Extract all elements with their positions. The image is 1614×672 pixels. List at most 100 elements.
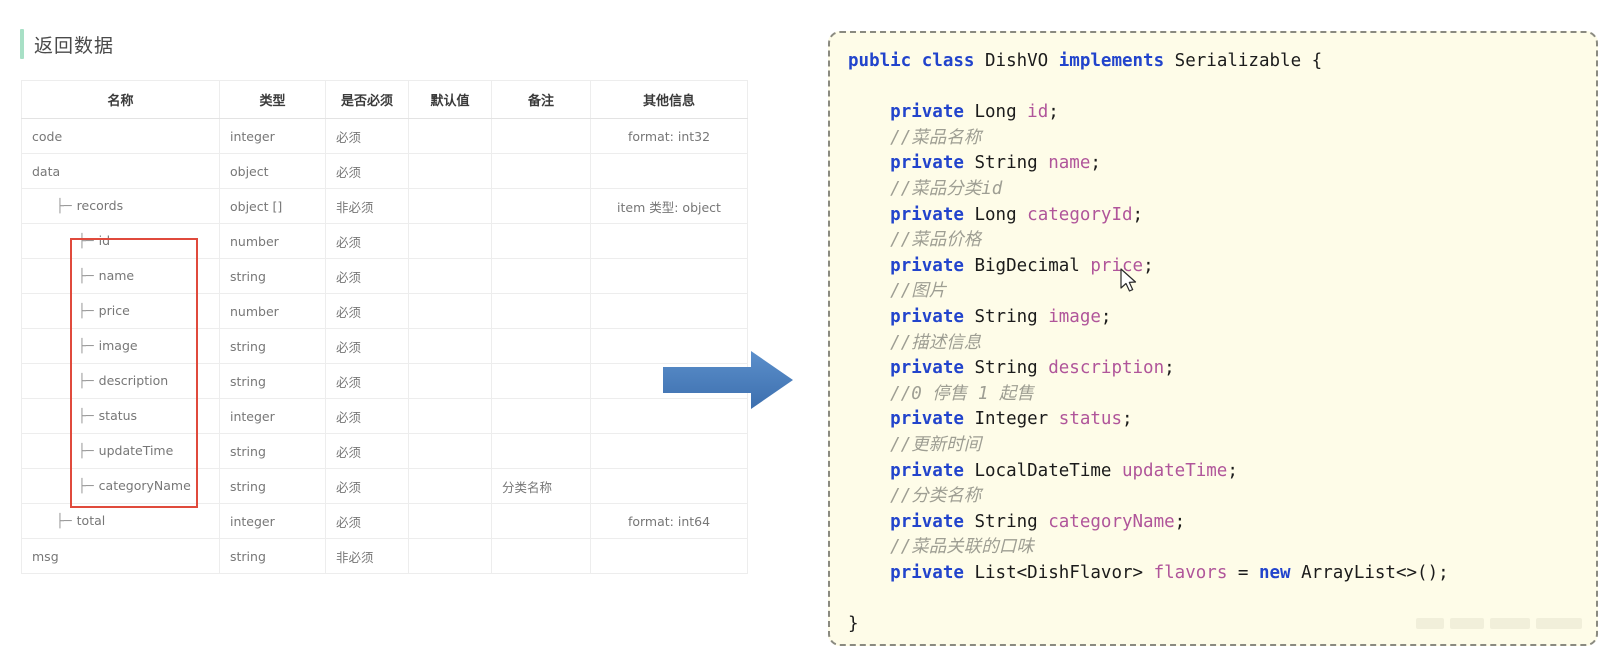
cell-field-name: ├─ updateTime — [21, 433, 220, 469]
code-comment: //图片 — [890, 281, 947, 302]
table-row: ├─ updateTime string 必须 — [21, 433, 748, 469]
cell-type: string — [219, 538, 326, 574]
field-name-text: description — [98, 373, 169, 388]
code-type: String — [974, 153, 1038, 174]
cell-type: object — [219, 153, 326, 189]
cell-remark: 分类名称 — [491, 468, 591, 504]
code-keyword: private — [890, 562, 964, 583]
code-line: //菜品名称 — [848, 126, 1596, 152]
cell-default — [408, 188, 492, 224]
code-identifier: name — [1048, 153, 1091, 174]
cell-required: 非必须 — [325, 188, 409, 224]
code-punct — [964, 461, 975, 481]
code-keyword: private — [890, 511, 964, 532]
arrow-right-icon — [663, 351, 793, 409]
response-schema-table: 名称 类型 是否必须 默认值 备注 其他信息 code integer 必须 form… — [21, 80, 748, 574]
code-type: Long — [974, 102, 1017, 123]
code-line: private List<DishFlavor> flavors = new A… — [848, 561, 1596, 587]
cell-type: number — [219, 223, 326, 259]
table-row: code integer 必须 format: int32 — [21, 118, 748, 154]
cell-field-name: ├─ name — [21, 258, 220, 294]
code-type: ArrayList — [1301, 562, 1396, 583]
cell-other — [590, 153, 748, 189]
code-identifier: updateTime — [1121, 460, 1228, 481]
code-line: //图片 — [848, 279, 1596, 305]
code-line: //0 停售 1 起售 — [848, 382, 1596, 408]
code-identifier: description — [1048, 358, 1165, 379]
code-identifier: flavors — [1153, 562, 1228, 583]
cell-field-name: ├─ price — [21, 293, 220, 329]
table-row: ├─ id number 必须 — [21, 223, 748, 259]
tree-branch-icon: ├─ — [78, 444, 94, 459]
code-punct: ; — [1100, 306, 1112, 327]
cell-remark — [491, 188, 591, 224]
code-punct: { — [1301, 51, 1323, 71]
code-type: String — [974, 306, 1038, 327]
mouse-cursor — [1120, 268, 1140, 296]
cell-type: integer — [219, 503, 326, 539]
code-line: //菜品分类id — [848, 177, 1596, 203]
tree-branch-icon: ├─ — [78, 304, 94, 319]
code-punct — [964, 153, 975, 173]
cell-field-name: ├─ categoryName — [21, 468, 220, 504]
code-type: DishVO — [985, 51, 1049, 71]
code-snippet-panel: public class DishVO implements Serializa… — [828, 31, 1598, 646]
table-row: ├─ image string 必须 — [21, 328, 748, 364]
code-punct: } — [848, 614, 859, 635]
field-name-text: image — [98, 338, 138, 353]
code-comment: //分类名称 — [890, 486, 982, 507]
code-punct — [1164, 51, 1175, 71]
code-type: List — [974, 562, 1017, 583]
code-type: BigDecimal — [974, 255, 1080, 276]
code-comment: //0 停售 1 起售 — [890, 383, 1034, 404]
cell-remark — [491, 398, 591, 434]
code-punct: > — [1132, 562, 1154, 583]
code-content: public class DishVO implements Serializa… — [830, 33, 1596, 638]
code-punct — [1038, 153, 1049, 173]
code-punct — [1017, 102, 1028, 122]
table-header: 名称 类型 是否必须 默认值 备注 其他信息 — [21, 80, 748, 119]
cell-type: string — [219, 468, 326, 504]
cell-required: 必须 — [325, 153, 409, 189]
cell-field-name: ├─ description — [21, 363, 220, 399]
code-comment: //更新时间 — [890, 434, 982, 455]
cell-remark — [491, 118, 591, 154]
code-punct — [964, 307, 975, 327]
code-punct: < — [1016, 562, 1028, 583]
cell-required: 必须 — [325, 328, 409, 364]
tree-branch-icon: ├─ — [78, 234, 94, 249]
code-type: String — [974, 358, 1038, 379]
cell-required: 必须 — [325, 398, 409, 434]
cell-required: 非必须 — [325, 538, 409, 574]
code-type: Integer — [974, 409, 1049, 430]
code-punct — [964, 563, 975, 583]
cell-other: item 类型: object — [590, 188, 748, 224]
code-punct: = — [1227, 562, 1259, 583]
cell-default — [408, 118, 492, 154]
cell-field-name: ├─ status — [21, 398, 220, 434]
code-identifier: image — [1048, 306, 1101, 327]
cell-type: string — [219, 433, 326, 469]
cell-type: string — [219, 258, 326, 294]
code-punct: ; — [1227, 460, 1238, 481]
page-title-text: 返回数据 — [34, 34, 115, 57]
column-header-name: 名称 — [21, 80, 220, 119]
code-keyword: private — [890, 409, 964, 430]
cell-field-name: data — [21, 153, 220, 189]
schema-panel: 返回数据 名称 类型 是否必须 默认值 备注 其他信息 code integer 必… — [0, 0, 748, 672]
cursor-arrow-icon — [1120, 268, 1137, 292]
cell-type: number — [219, 293, 326, 329]
code-line: private String image; — [848, 305, 1596, 331]
code-punct: ; — [1174, 511, 1186, 532]
code-line: private Long id; — [848, 100, 1596, 126]
code-keyword: public — [848, 51, 912, 71]
code-keyword: private — [890, 153, 964, 174]
table-row: ├─ status integer 必须 — [21, 398, 748, 434]
cell-other: format: int64 — [590, 503, 748, 539]
code-punct: ; — [1132, 204, 1144, 225]
field-name-text: categoryName — [98, 478, 191, 493]
code-punct — [911, 51, 922, 71]
cell-required: 必须 — [325, 433, 409, 469]
cell-remark — [491, 293, 591, 329]
